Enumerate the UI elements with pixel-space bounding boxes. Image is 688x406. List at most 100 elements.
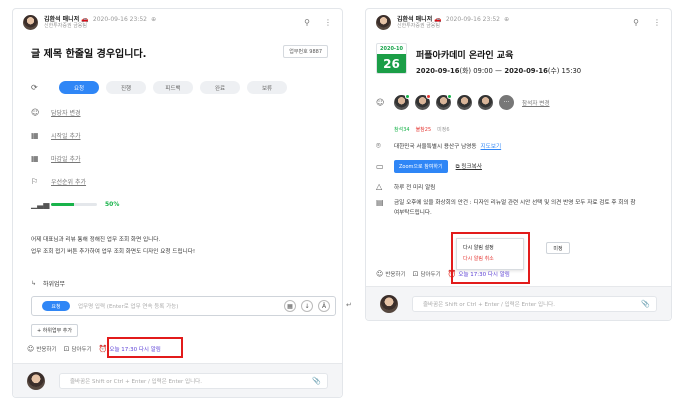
more-attendees-icon[interactable]: ···: [499, 95, 514, 110]
subtask-input-row[interactable]: 요청 업무명 입력 (Enter로 업무 연속 등록 가능) ▦ ↓ Ä: [31, 296, 336, 316]
note-line: 금일 오후에 있을 화상회의 안건 : 디자인 리뉴얼 관련 시안 선택 및 의…: [394, 200, 636, 206]
bookmark-icon: ⊡: [412, 270, 419, 278]
author-name: 김환석 매니저: [44, 15, 80, 23]
post-date: 2020-09-16 23:52: [445, 15, 500, 23]
bookmark-icon: ⊡: [63, 345, 70, 353]
flag-icon: ⚐: [31, 177, 39, 186]
subtask-status-badge[interactable]: 요청: [42, 301, 70, 311]
subtask-icon: ↳: [31, 280, 37, 287]
note-row: ▤ 금일 오후에 있을 화상회의 안건 : 디자인 리뉴얼 관련 시안 선택 및…: [376, 198, 659, 218]
add-start-date-link[interactable]: 시작일 추가: [51, 131, 81, 140]
event-title: 퍼플아카데미 온라인 교육: [416, 51, 514, 61]
status-request[interactable]: 요청: [59, 81, 99, 94]
attendee-avatar[interactable]: [457, 95, 472, 110]
attendee-avatar[interactable]: [394, 94, 410, 110]
change-attendees-link[interactable]: 참석자 변경: [522, 99, 550, 107]
start-date: 2020-09-16: [416, 67, 460, 75]
change-assignee-link[interactable]: 담당자 변경: [51, 108, 81, 117]
status-selector: ⟳ 요청 진행 피드백 완료 보류: [31, 81, 287, 94]
attend-count: 참석34: [394, 127, 410, 133]
person-icon: ☺: [376, 98, 385, 107]
react-button[interactable]: ☺ 반응하기: [376, 270, 406, 278]
author-avatar[interactable]: [23, 15, 38, 30]
author-avatar[interactable]: [376, 15, 391, 30]
location-pin-icon: ⌾: [376, 141, 381, 150]
status-icon: ⟳: [31, 83, 38, 92]
bookmark-button[interactable]: ⊡ 담아두기: [413, 270, 441, 278]
attach-icon[interactable]: 📎: [641, 300, 650, 308]
join-zoom-button[interactable]: Zoom으로 참여하기: [394, 160, 448, 173]
location-text: 대한민국 서울특별시 용산구 남영동: [394, 144, 477, 150]
video-icon: ▭: [376, 162, 384, 171]
calendar-month: 2020-10: [380, 46, 403, 52]
comment-bar: 줄바꿈은 Shift or Ctrl + Enter / 입력은 Enter 입…: [13, 363, 342, 397]
add-priority-link[interactable]: 우선순위 추가: [51, 177, 86, 186]
person-icon[interactable]: Ä: [318, 300, 330, 312]
comment-placeholder: 줄바꿈은 Shift or Ctrl + Enter / 입력은 Enter 입…: [70, 379, 202, 385]
progress-row: ▁▃▅ 50%: [31, 200, 119, 209]
calendar-badge: 2020-10 26: [376, 43, 407, 74]
add-due-date-link[interactable]: 마감일 추가: [51, 154, 81, 163]
priority-row: ⚐ 우선순위 추가: [31, 177, 86, 186]
start-day: (화) 09:00: [459, 67, 493, 75]
author-name: 김환석 매니저: [397, 15, 433, 23]
lock-icon: ⊕: [151, 15, 157, 23]
post-header: 김환석 매니저 🚗 2020-09-16 23:52 ⊕ 신한투자증권 금융팀: [376, 15, 509, 30]
comment-input[interactable]: 줄바꿈은 Shift or Ctrl + Enter / 입력은 Enter 입…: [412, 296, 657, 312]
post-date: 2020-09-16 23:52: [92, 15, 147, 23]
body-line: 업무 조회 접기 버튼 추가하여 업무 조회 화면도 디자인 요청 드립니다!: [31, 249, 196, 255]
add-subtask-button[interactable]: + 하위업무 추가: [31, 324, 78, 337]
start-date-row: ▦ 시작일 추가: [31, 131, 81, 140]
copy-link-button[interactable]: ⧉ 링크복사: [456, 162, 482, 171]
comment-input[interactable]: 줄바꿈은 Shift or Ctrl + Enter / 입력은 Enter 입…: [59, 373, 328, 389]
my-avatar: [27, 372, 45, 390]
undecided-count: 미정6: [437, 127, 450, 133]
copy-link-label: 링크복사: [461, 164, 482, 170]
pin-icon[interactable]: ⚲: [633, 18, 639, 27]
undecided-button[interactable]: 미정: [546, 242, 570, 254]
post-header: 김환석 매니저 🚗 2020-09-16 23:52 ⊕ 신한투자증권 금융팀: [23, 15, 156, 30]
absent-count: 불참25: [415, 127, 432, 133]
enter-icon[interactable]: ↵: [346, 301, 352, 309]
car-icon: 🚗: [434, 15, 442, 23]
assignee-row: ☺ 담당자 변경: [31, 108, 81, 117]
person-icon: ☺: [31, 108, 40, 117]
calendar-icon: ▦: [31, 154, 39, 163]
priority-icon[interactable]: ↓: [301, 300, 313, 312]
end-day: (수) 15:30: [547, 67, 582, 75]
status-hold[interactable]: 보류: [247, 81, 287, 94]
smile-icon: ☺: [376, 270, 384, 278]
body-line: 어제 대표님과 리뷰 통해 정해진 업무 조회 화면 입니다.: [31, 237, 161, 243]
attendee-avatar[interactable]: [478, 95, 493, 110]
comment-placeholder: 줄바꿈은 Shift or Ctrl + Enter / 입력은 Enter 입…: [423, 302, 555, 308]
bookmark-button[interactable]: ⊡ 담아두기: [64, 345, 92, 353]
status-done[interactable]: 완료: [200, 81, 240, 94]
location-row: ⌾ 대한민국 서울특별시 용산구 남영동 지도보기: [376, 141, 501, 151]
task-body: 어제 대표님과 리뷰 통해 정해진 업무 조회 화면 입니다. 업무 조회 접기…: [31, 234, 331, 258]
note-icon: ▤: [376, 198, 384, 207]
react-label: 반응하기: [36, 347, 57, 353]
calendar-icon[interactable]: ▦: [284, 300, 296, 312]
attendee-avatar[interactable]: [415, 94, 431, 110]
calendar-day: 26: [377, 54, 406, 73]
subtask-input[interactable]: 업무명 입력 (Enter로 업무 연속 등록 가능): [78, 302, 284, 310]
view-map-link[interactable]: 지도보기: [481, 142, 502, 150]
react-button[interactable]: ☺ 반응하기: [27, 345, 57, 353]
lock-icon: ⊕: [504, 15, 510, 23]
car-icon: 🚗: [81, 15, 89, 23]
calendar-icon: ▦: [31, 131, 39, 140]
more-icon[interactable]: ⋮: [324, 18, 332, 27]
note-text: 금일 오후에 있을 화상회의 안건 : 디자인 리뉴얼 관련 시안 선택 및 의…: [394, 198, 659, 218]
status-feedback[interactable]: 피드백: [153, 81, 193, 94]
highlight-box: [107, 337, 183, 358]
progress-bar[interactable]: [51, 203, 97, 206]
subtask-header: ↳ 하위업무: [31, 279, 65, 288]
due-date-row: ▦ 마감일 추가: [31, 154, 81, 163]
more-icon[interactable]: ⋮: [653, 18, 661, 27]
pin-icon[interactable]: ⚲: [304, 18, 310, 27]
attach-icon[interactable]: 📎: [312, 377, 321, 385]
date-dash: —: [495, 67, 502, 75]
attendee-avatar[interactable]: [436, 94, 452, 110]
status-progress[interactable]: 진행: [106, 81, 146, 94]
event-datetime: 2020-09-16(화) 09:00 — 2020-09-16(수) 15:3…: [416, 65, 581, 75]
